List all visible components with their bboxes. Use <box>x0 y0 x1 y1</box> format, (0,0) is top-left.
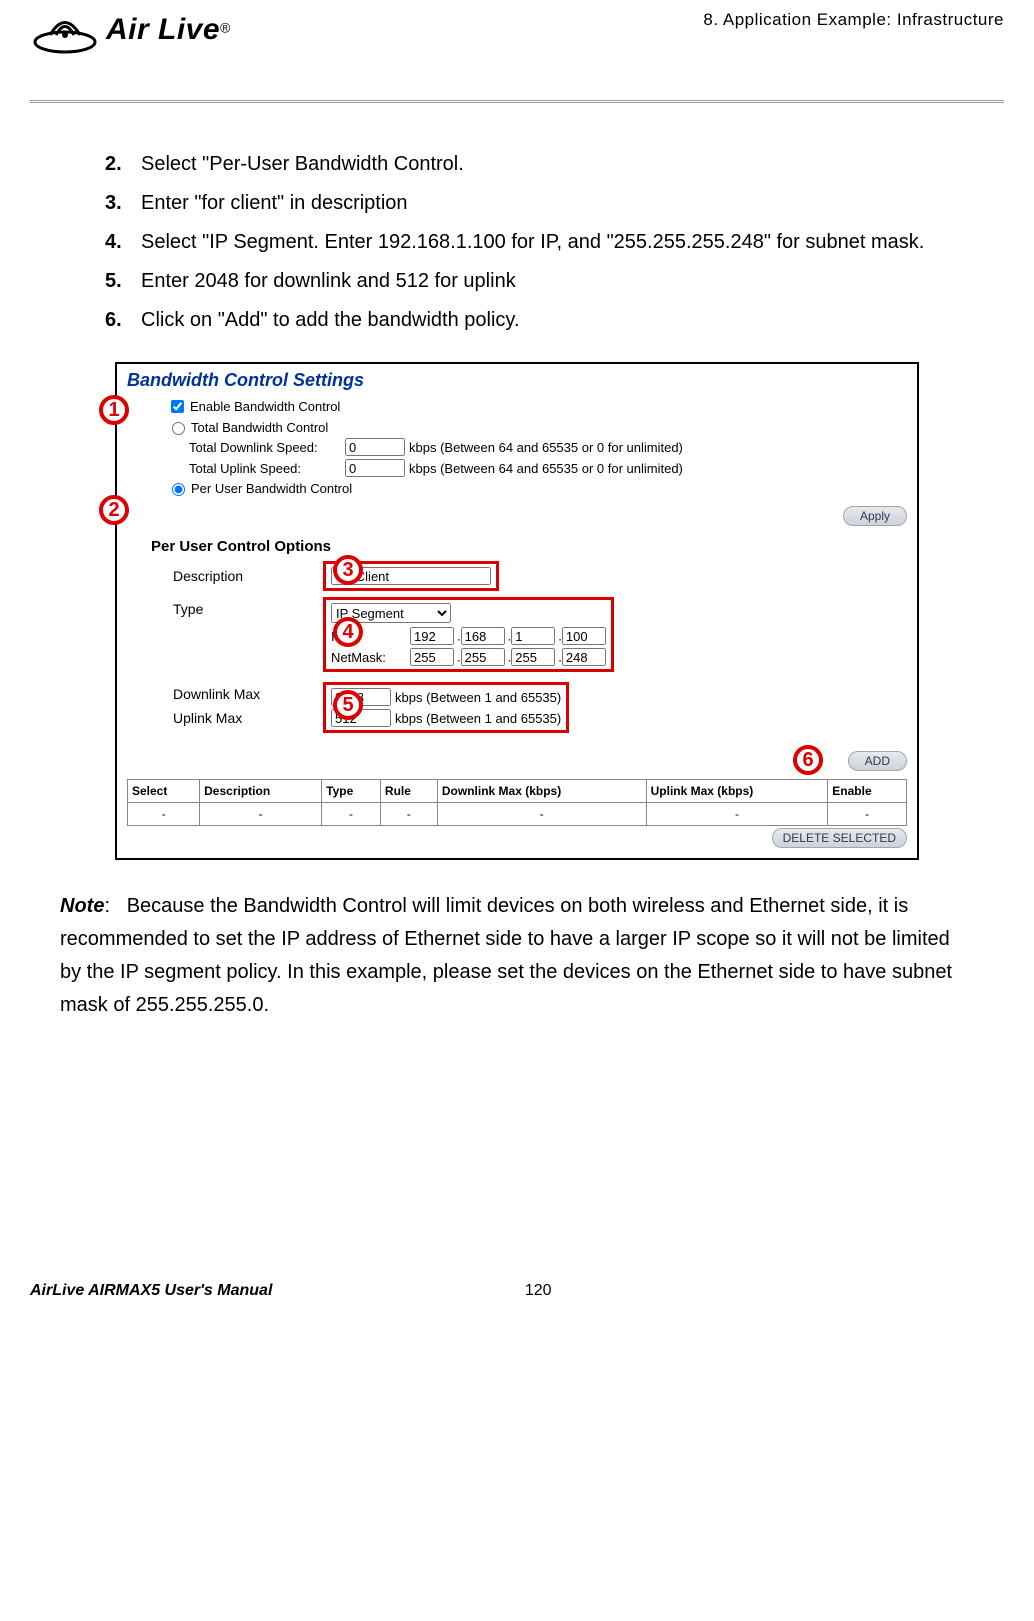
cell: - <box>128 803 200 826</box>
note-label: Note <box>60 895 104 917</box>
downlink-speed-row: Total Downlink Speed: kbps (Between 64 a… <box>189 438 907 456</box>
table-row: - - - - - - - <box>128 803 907 826</box>
description-label: Description <box>173 568 323 584</box>
enable-label: Enable Bandwidth Control <box>190 399 340 414</box>
step-number: 5. <box>105 265 141 298</box>
callout-badge-2: 2 <box>99 495 129 525</box>
page-footer: AirLive AIRMAX5 User's Manual 120 <box>0 1282 1034 1318</box>
per-user-label: Per User Bandwidth Control <box>191 481 352 496</box>
policy-table: Select Description Type Rule Downlink Ma… <box>127 779 907 826</box>
note-block: Note: Because the Bandwidth Control will… <box>60 890 974 1022</box>
cell: - <box>380 803 437 826</box>
note-text: Because the Bandwidth Control will limit… <box>60 895 952 1016</box>
callout-badge-6: 6 <box>793 745 823 775</box>
step-number: 6. <box>105 304 141 337</box>
kbps-hint2: kbps (Between 1 and 65535) <box>395 711 561 726</box>
mask-octet-1[interactable] <box>410 648 454 666</box>
callout-badge-5: 5 <box>333 690 363 720</box>
uplink-speed-row: Total Uplink Speed: kbps (Between 64 and… <box>189 459 907 477</box>
step-text: Click on "Add" to add the bandwidth poli… <box>141 304 984 337</box>
logo-text: Air Live <box>106 13 220 46</box>
steps-list: 2.Select "Per-User Bandwidth Control. 3.… <box>105 148 984 337</box>
enable-checkbox[interactable] <box>171 400 184 413</box>
th-description: Description <box>200 780 322 803</box>
mask-octet-4[interactable] <box>562 648 606 666</box>
total-bw-label: Total Bandwidth Control <box>191 420 328 435</box>
cell: - <box>322 803 381 826</box>
kbps-hint2: kbps (Between 1 and 65535) <box>395 690 561 705</box>
callout-badge-1: 1 <box>99 395 129 425</box>
th-downlink: Downlink Max (kbps) <box>437 780 646 803</box>
settings-panel: Bandwidth Control Settings 1 Enable Band… <box>115 362 919 860</box>
uplink-max-label: Uplink Max <box>173 710 323 726</box>
logo: Air Live® <box>30 0 230 60</box>
cell: - <box>828 803 907 826</box>
page-header: 8. Application Example: Infrastructure A… <box>30 0 1004 103</box>
apply-button[interactable]: Apply <box>843 506 907 526</box>
per-user-row: Per User Bandwidth Control <box>167 480 907 496</box>
table-header-row: Select Description Type Rule Downlink Ma… <box>128 780 907 803</box>
per-user-radio[interactable] <box>172 483 185 496</box>
uplink-speed-input[interactable] <box>345 459 405 477</box>
add-button[interactable]: ADD <box>848 751 907 771</box>
step-text: Enter "for client" in description <box>141 187 984 220</box>
callout-badge-3: 3 <box>333 555 363 585</box>
th-enable: Enable <box>828 780 907 803</box>
step-text: Select "Per-User Bandwidth Control. <box>141 148 984 181</box>
ip-octet-4[interactable] <box>562 627 606 645</box>
breadcrumb: 8. Application Example: Infrastructure <box>703 10 1004 30</box>
step-number: 3. <box>105 187 141 220</box>
ip-octet-3[interactable] <box>511 627 555 645</box>
ip-octet-1[interactable] <box>410 627 454 645</box>
downlink-speed-label: Total Downlink Speed: <box>189 440 345 455</box>
step-number: 4. <box>105 226 141 259</box>
cell: - <box>200 803 322 826</box>
trademark-icon: ® <box>220 20 230 36</box>
step-text: Select "IP Segment. Enter 192.168.1.100 … <box>141 226 984 259</box>
delete-selected-button[interactable]: DELETE SELECTED <box>772 828 907 848</box>
callout-badge-4: 4 <box>333 617 363 647</box>
panel-title: Bandwidth Control Settings <box>127 370 907 391</box>
step-text: Enter 2048 for downlink and 512 for upli… <box>141 265 984 298</box>
step-number: 2. <box>105 148 141 181</box>
downlink-max-label: Downlink Max <box>173 686 323 702</box>
total-bw-radio[interactable] <box>172 422 185 435</box>
th-rule: Rule <box>380 780 437 803</box>
downlink-speed-input[interactable] <box>345 438 405 456</box>
type-label: Type <box>173 597 323 617</box>
enable-row: Enable Bandwidth Control <box>167 397 907 416</box>
netmask-label: NetMask: <box>331 650 407 665</box>
th-select: Select <box>128 780 200 803</box>
options-heading: Per User Control Options <box>151 538 907 555</box>
mask-octet-3[interactable] <box>511 648 555 666</box>
th-type: Type <box>322 780 381 803</box>
mask-octet-2[interactable] <box>461 648 505 666</box>
footer-manual: AirLive AIRMAX5 User's Manual <box>30 1282 272 1300</box>
th-uplink: Uplink Max (kbps) <box>646 780 828 803</box>
footer-page-number: 120 <box>525 1282 552 1300</box>
logo-icon <box>30 0 100 60</box>
cell: - <box>646 803 828 826</box>
kbps-hint: kbps (Between 64 and 65535 or 0 for unli… <box>409 440 683 455</box>
total-bw-row: Total Bandwidth Control <box>167 419 907 435</box>
kbps-hint: kbps (Between 64 and 65535 or 0 for unli… <box>409 461 683 476</box>
uplink-speed-label: Total Uplink Speed: <box>189 461 345 476</box>
cell: - <box>437 803 646 826</box>
ip-octet-2[interactable] <box>461 627 505 645</box>
